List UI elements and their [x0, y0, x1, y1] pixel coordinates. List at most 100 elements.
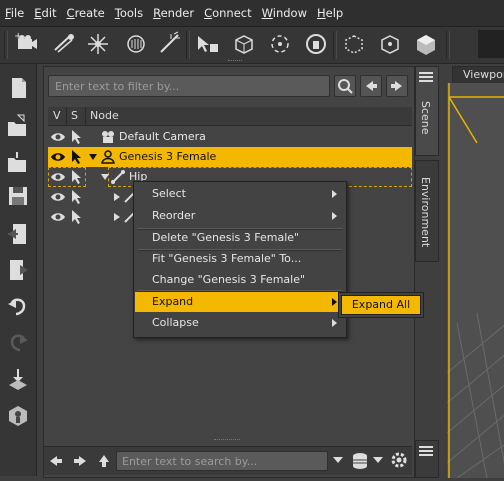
menu-item-collapse[interactable]: Collapse — [135, 313, 345, 333]
figure-icon — [100, 149, 116, 168]
main-toolbar: + — [0, 27, 504, 64]
menu-render[interactable]: Render — [148, 0, 199, 26]
menu-help[interactable]: Help — [312, 0, 348, 26]
tab-viewport[interactable]: Viewport — [452, 66, 504, 84]
open-file-icon[interactable] — [4, 112, 32, 140]
back-arrow-icon[interactable] — [48, 453, 64, 472]
universal-tool-icon[interactable] — [230, 30, 258, 58]
save-icon[interactable] — [4, 182, 32, 210]
figure-setup-icon[interactable] — [4, 402, 32, 430]
rotate-tool-icon[interactable] — [266, 30, 294, 58]
eye-icon[interactable] — [50, 150, 66, 167]
menu-create-label: reate — [74, 6, 105, 20]
geometry-editor-icon[interactable] — [340, 30, 368, 58]
linear-light-icon[interactable] — [156, 30, 184, 58]
eye-icon[interactable] — [50, 130, 66, 147]
database-icon[interactable] — [350, 451, 370, 474]
redo-icon — [4, 328, 32, 356]
menu-connect-label: onnect — [212, 6, 252, 20]
toolbar-separator-3 — [446, 31, 450, 59]
menu-edit[interactable]: Edit — [29, 0, 61, 26]
menu-item-expand[interactable]: Expand — [135, 292, 345, 312]
menu-bar: File Edit Create Tools Render Connect Wi… — [0, 0, 504, 27]
menu-render-label: ender — [160, 6, 195, 20]
menu-item-reorder[interactable]: Reorder — [135, 206, 345, 226]
search-icon[interactable] — [334, 75, 356, 97]
toolbar-overflow[interactable] — [478, 30, 504, 58]
surface-tool-icon[interactable] — [302, 30, 330, 58]
column-header: V S Node — [48, 107, 412, 126]
eye-icon[interactable] — [50, 190, 66, 207]
tab-environment[interactable]: Environment — [415, 160, 439, 262]
cursor-icon[interactable] — [70, 209, 84, 228]
tab-scene[interactable]: Scene — [415, 66, 439, 156]
point-light-icon[interactable] — [84, 30, 112, 58]
new-file-icon[interactable] — [4, 74, 32, 102]
tree-row-genesis[interactable]: Genesis 3 Female — [48, 147, 412, 167]
forward-arrow-icon[interactable] — [386, 75, 408, 97]
panel-grip-bottom[interactable] — [214, 439, 240, 444]
menu-item-label: Collapse — [152, 316, 199, 329]
expand-arrow-icon[interactable] — [100, 172, 110, 185]
forward-arrow-icon[interactable] — [72, 453, 88, 472]
menu-create[interactable]: Create — [62, 0, 110, 26]
menu-window-label: indow — [272, 6, 307, 20]
eye-icon[interactable] — [50, 170, 66, 187]
tab-bottom[interactable] — [415, 440, 439, 478]
menu-file[interactable]: File — [0, 0, 29, 26]
menu-tools-label: ools — [119, 6, 144, 20]
tab-environment-label: Environment — [419, 177, 432, 248]
node-selection-icon[interactable] — [194, 30, 222, 58]
svg-text:+: + — [14, 31, 22, 42]
menu-item-change-parent[interactable]: Change "Genesis 3 Female" Parent... — [135, 270, 345, 306]
cursor-icon[interactable] — [70, 189, 84, 208]
drop-to-floor-icon[interactable] — [4, 366, 32, 394]
dropdown-arrow-icon[interactable] — [332, 455, 344, 468]
gear-icon[interactable] — [390, 451, 408, 472]
collapsed-arrow-icon[interactable] — [112, 192, 122, 205]
menu-item-delete[interactable]: Delete "Genesis 3 Female" — [135, 228, 345, 248]
search-input[interactable]: Enter text to search by... — [116, 451, 328, 471]
viewport-grid — [446, 83, 504, 479]
cursor-icon[interactable] — [70, 129, 84, 148]
column-visible[interactable]: V — [53, 109, 61, 122]
menu-item-select[interactable]: Select — [135, 184, 345, 204]
spotlight-icon[interactable] — [50, 30, 78, 58]
menu-connect-mnemonic: C — [204, 6, 213, 20]
menu-item-expand-all[interactable]: Expand All — [341, 295, 421, 315]
tree-row-camera[interactable]: Default Camera — [48, 127, 412, 147]
dropdown-arrow-icon[interactable] — [372, 455, 384, 468]
menu-connect[interactable]: Connect — [199, 0, 257, 26]
primitive-cube-icon[interactable] — [412, 30, 440, 58]
column-selectable[interactable]: S — [71, 109, 78, 122]
cursor-icon[interactable] — [70, 169, 84, 188]
column-node[interactable]: Node — [90, 109, 119, 122]
left-toolbar — [0, 64, 37, 476]
import-icon[interactable] — [4, 220, 32, 248]
distant-light-icon[interactable] — [122, 30, 150, 58]
merge-file-icon[interactable] — [4, 148, 32, 176]
menu-tools[interactable]: Tools — [110, 0, 148, 26]
eye-icon[interactable] — [50, 210, 66, 227]
back-arrow-icon[interactable] — [360, 75, 382, 97]
panel-grip-top[interactable] — [228, 60, 242, 65]
expand-arrow-icon[interactable] — [88, 152, 98, 165]
bone-icon — [110, 169, 126, 188]
cursor-icon[interactable] — [70, 149, 84, 168]
menu-item-label: Reorder — [152, 209, 196, 222]
export-icon[interactable] — [4, 256, 32, 284]
joint-editor-icon[interactable] — [376, 30, 404, 58]
menu-item-fit-to[interactable]: Fit "Genesis 3 Female" To... — [135, 249, 345, 269]
undo-icon[interactable] — [4, 292, 32, 320]
filter-input[interactable]: Enter text to filter by... — [48, 75, 330, 97]
menu-item-label: Expand — [152, 295, 194, 308]
menu-create-mnemonic: C — [66, 6, 75, 20]
menu-window[interactable]: Window — [257, 0, 312, 26]
menu-help-label: elp — [325, 6, 344, 20]
viewport[interactable] — [446, 83, 504, 479]
up-arrow-icon[interactable] — [96, 453, 112, 472]
panel-menu-icon[interactable] — [419, 71, 433, 86]
panel-menu-icon[interactable] — [419, 445, 433, 460]
figure-camera-icon[interactable]: + — [12, 30, 40, 58]
collapsed-arrow-icon[interactable] — [112, 212, 122, 225]
